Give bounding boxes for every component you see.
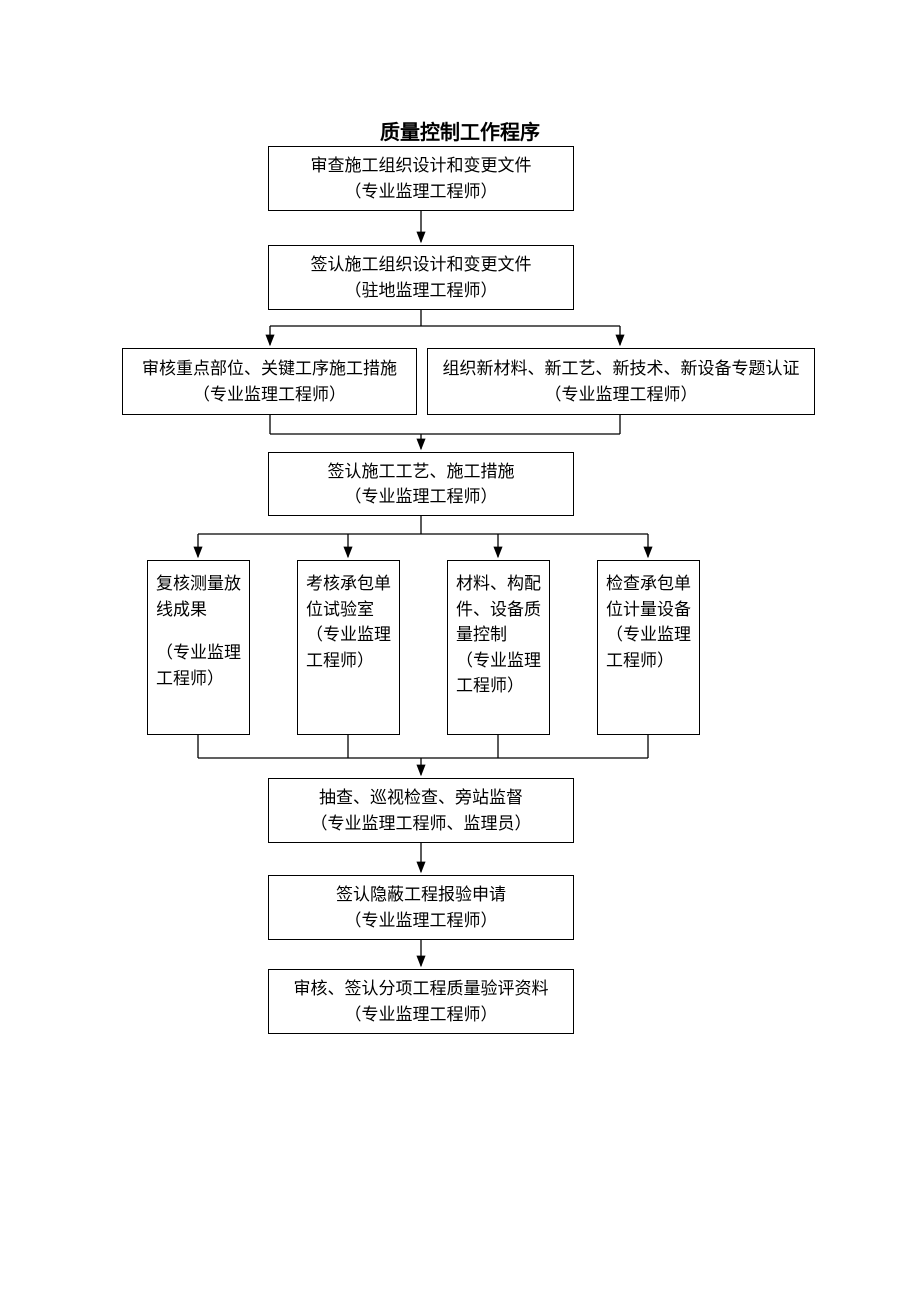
node-approve-design: 签认施工组织设计和变更文件 （驻地监理工程师） xyxy=(268,245,574,310)
node-text: 签认施工工艺、施工措施 xyxy=(328,459,515,485)
node-organize-certification: 组织新材料、新工艺、新技术、新设备专题认证 （专业监理工程师） xyxy=(427,348,815,415)
node-text: 签认施工组织设计和变更文件 xyxy=(311,252,532,278)
node-review-key-parts: 审核重点部位、关键工序施工措施 （专业监理工程师） xyxy=(122,348,417,415)
node-role: （专业监理工程师） xyxy=(456,648,541,699)
node-inspection: 抽查、巡视检查、旁站监督 （专业监理工程师、监理员） xyxy=(268,778,574,843)
node-review-design: 审查施工组织设计和变更文件 （专业监理工程师） xyxy=(268,146,574,211)
node-text: 审查施工组织设计和变更文件 xyxy=(311,153,532,179)
node-role: （专业监理工程师） xyxy=(193,382,346,408)
node-text: 审核重点部位、关键工序施工措施 xyxy=(142,356,397,382)
node-role: （专业监理工程师、监理员） xyxy=(311,811,532,837)
node-role: （驻地监理工程师） xyxy=(345,278,498,304)
diagram-title: 质量控制工作程序 xyxy=(0,116,920,145)
node-role: （专业监理工程师） xyxy=(345,484,498,510)
node-review-subitem: 审核、签认分项工程质量验评资料 （专业监理工程师） xyxy=(268,969,574,1034)
node-role: （专业监理工程师） xyxy=(545,382,698,408)
node-material-control: 材料、构配件、设备质量控制 （专业监理工程师） xyxy=(447,560,550,735)
node-text: 材料、构配件、设备质量控制 xyxy=(456,571,541,648)
node-role: （专业监理工程师） xyxy=(345,179,498,205)
node-check-equipment: 检查承包单位计量设备 （专业监理工程师） xyxy=(597,560,700,735)
node-role: （专业监理工程师） xyxy=(306,622,391,673)
node-text: 组织新材料、新工艺、新技术、新设备专题认证 xyxy=(443,356,800,382)
node-text: 复核测量放线成果 xyxy=(156,571,241,622)
node-approve-technique: 签认施工工艺、施工措施 （专业监理工程师） xyxy=(268,452,574,516)
node-assess-lab: 考核承包单位试验室 （专业监理工程师） xyxy=(297,560,400,735)
node-hidden-work: 签认隐蔽工程报验申请 （专业监理工程师） xyxy=(268,875,574,940)
node-recheck-measure: 复核测量放线成果 （专业监理工程师） xyxy=(147,560,250,735)
node-text: 抽查、巡视检查、旁站监督 xyxy=(319,785,523,811)
node-text: 检查承包单位计量设备 xyxy=(606,571,691,622)
node-text: 审核、签认分项工程质量验评资料 xyxy=(294,976,549,1002)
node-role: （专业监理工程师） xyxy=(156,640,241,691)
node-role: （专业监理工程师） xyxy=(345,908,498,934)
node-text: 签认隐蔽工程报验申请 xyxy=(336,882,506,908)
node-role: （专业监理工程师） xyxy=(345,1002,498,1028)
node-role: （专业监理工程师） xyxy=(606,622,691,673)
node-text: 考核承包单位试验室 xyxy=(306,571,391,622)
